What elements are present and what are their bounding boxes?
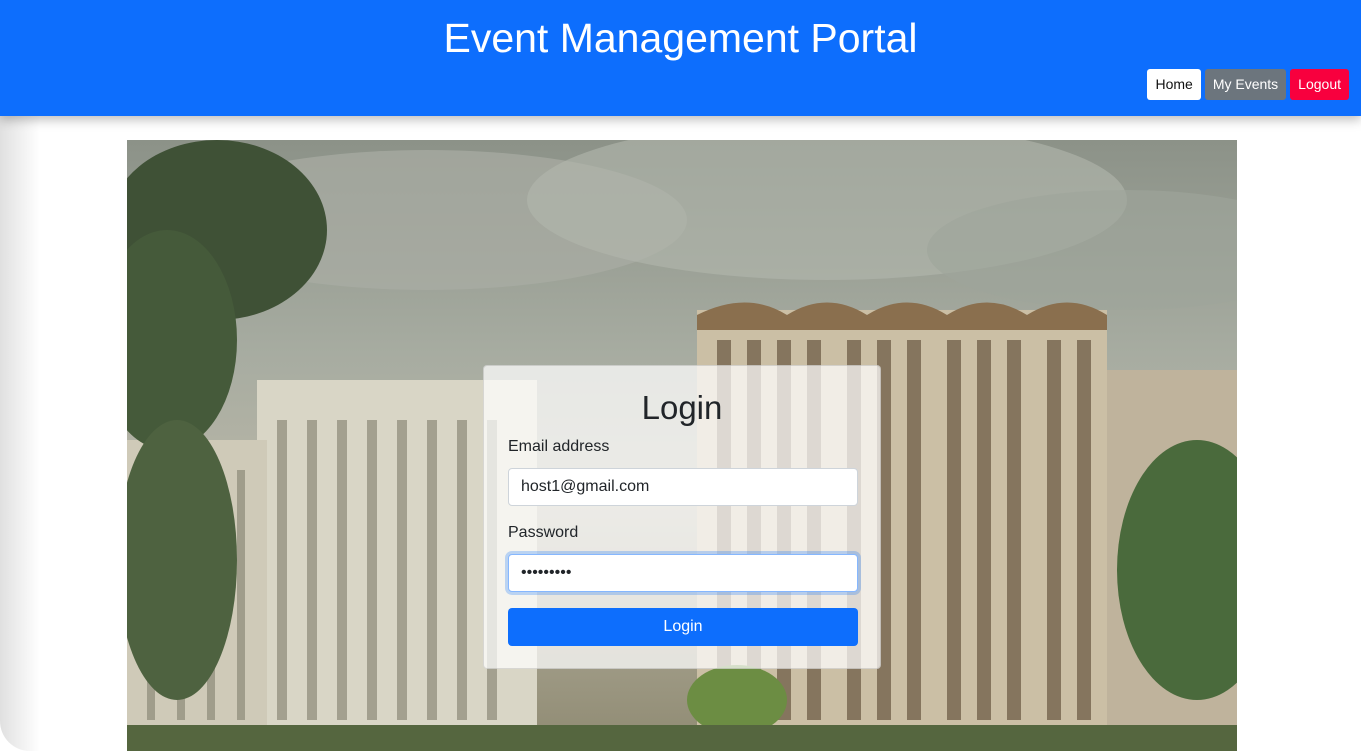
site-header: Event Management Portal Home My Events L…	[0, 0, 1361, 116]
login-title: Login	[641, 389, 723, 426]
password-label: Password	[508, 524, 579, 541]
login-card: Login Email address Password Login	[483, 365, 881, 669]
nav-logout-button[interactable]: Logout	[1290, 69, 1349, 100]
email-field[interactable]	[508, 468, 858, 506]
login-submit-button[interactable]: Login	[508, 608, 858, 646]
nav-my-events-button[interactable]: My Events	[1204, 69, 1287, 100]
nav-home-button[interactable]: Home	[1147, 69, 1201, 100]
password-field[interactable]	[508, 554, 858, 592]
site-title: Event Management Portal	[443, 15, 918, 61]
top-nav: Home My Events Logout	[1147, 69, 1349, 100]
email-label: Email address	[508, 438, 610, 455]
page-edge-shadow	[0, 116, 40, 751]
